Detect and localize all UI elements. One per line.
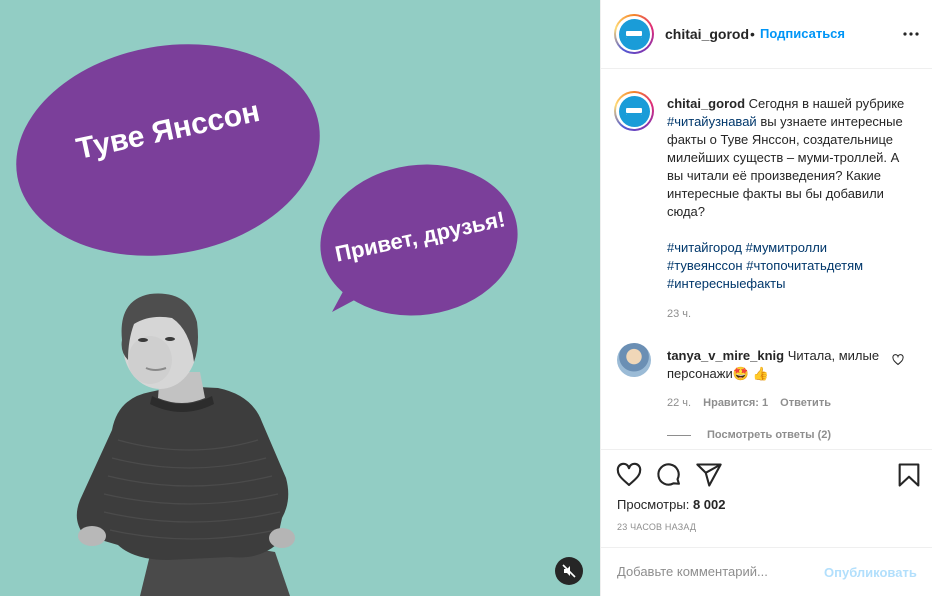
commenter-username[interactable]: tanya_v_mire_knig	[667, 348, 784, 363]
post-side-panel: chitai_gorod • Подписаться chitai_gorod …	[600, 0, 932, 596]
comment-input[interactable]	[617, 564, 807, 579]
caption-text-start: Сегодня в нашей рубрике	[748, 96, 905, 111]
publish-button[interactable]: Опубликовать	[824, 565, 917, 580]
bookmark-icon	[898, 463, 920, 487]
portrait-photo	[76, 293, 295, 596]
post-actions: Просмотры: 8 002 23 ЧАСОВ НАЗАД	[601, 451, 932, 546]
caption-inline-hashtag[interactable]: #читайузнавай	[667, 114, 757, 129]
comment-meta: 22 ч. Нравится: 1 Ответить	[667, 397, 840, 409]
comment-bubble-icon	[657, 463, 680, 486]
save-button[interactable]	[895, 461, 923, 489]
hashtag[interactable]: #интересныефакты	[667, 276, 785, 291]
views-label: Просмотры:	[617, 497, 690, 512]
view-replies-button[interactable]: Посмотреть ответы (2)	[667, 429, 831, 441]
caption-username[interactable]: chitai_gorod	[667, 96, 745, 111]
comment-likes[interactable]: Нравится: 1	[703, 397, 768, 409]
view-replies-label: Посмотреть ответы (2)	[707, 429, 832, 441]
views-number: 8 002	[692, 497, 726, 512]
hashtag[interactable]: #чтопочитатьдетям	[746, 258, 863, 273]
commenter-avatar[interactable]	[617, 343, 651, 377]
post-timestamp[interactable]: 23 ЧАСОВ НАЗАД	[617, 522, 696, 532]
caption-text-end: вы узнаете интересные факты о Туве Янссо…	[667, 114, 903, 219]
large-speech-bubble	[16, 44, 320, 256]
caption-hashtags: #читайгород #мумитролли #тувеянссон #что…	[667, 239, 917, 293]
post-caption: chitai_gorod Сегодня в нашей рубрике #чи…	[667, 95, 917, 221]
heart-outline-icon	[892, 354, 904, 366]
post-header: chitai_gorod • Подписаться	[601, 0, 932, 69]
header-separator: •	[750, 26, 755, 42]
speaker-muted-icon	[562, 564, 576, 578]
caption-time[interactable]: 23 ч.	[667, 308, 691, 320]
more-horizontal-icon	[903, 32, 919, 36]
reply-button[interactable]: Ответить	[780, 397, 831, 409]
replies-divider	[667, 434, 691, 436]
brand-logo	[618, 95, 650, 127]
post-media[interactable]: Туве Янссон Привет, друзья!	[0, 0, 600, 596]
paper-plane-icon	[696, 463, 722, 487]
more-options-button[interactable]	[901, 24, 921, 44]
comment-button[interactable]	[655, 461, 683, 489]
author-avatar[interactable]	[614, 14, 654, 54]
add-comment-bar: Опубликовать	[601, 547, 932, 596]
comment-time[interactable]: 22 ч.	[667, 397, 691, 409]
hashtag[interactable]: #тувеянссон	[667, 258, 743, 273]
hashtag[interactable]: #читайгород	[667, 240, 742, 255]
heart-outline-icon	[616, 462, 642, 486]
follow-button[interactable]: Подписаться	[760, 26, 845, 41]
like-button[interactable]	[615, 461, 643, 489]
share-button[interactable]	[695, 461, 723, 489]
comments-section: chitai_gorod Сегодня в нашей рубрике #чи…	[601, 70, 932, 450]
mute-button[interactable]	[555, 557, 583, 585]
brand-logo	[618, 18, 650, 50]
hashtag[interactable]: #мумитролли	[746, 240, 827, 255]
views-count[interactable]: Просмотры: 8 002	[617, 497, 726, 512]
caption-avatar[interactable]	[614, 91, 654, 131]
comment-like-button[interactable]	[892, 353, 904, 371]
author-username[interactable]: chitai_gorod	[665, 26, 749, 42]
media-illustration: Туве Янссон Привет, друзья!	[16, 44, 518, 596]
comment-body: tanya_v_mire_knig Читала, милые персонаж…	[667, 347, 887, 383]
